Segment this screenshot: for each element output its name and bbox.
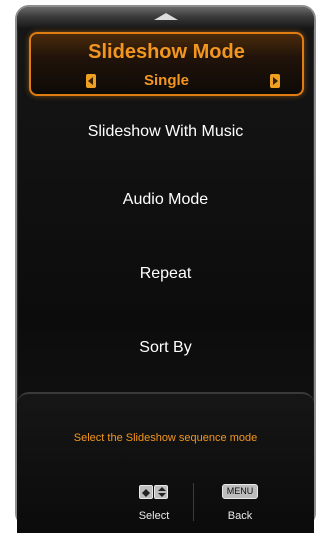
select-label: Select bbox=[138, 510, 170, 522]
menu-key-icon: MENU bbox=[222, 484, 258, 499]
menu-item-label: Slideshow Mode bbox=[88, 41, 245, 63]
menu-item-repeat[interactable]: Repeat bbox=[17, 265, 314, 283]
menu-item-slideshow-with-music[interactable]: Slideshow With Music bbox=[17, 123, 314, 141]
arrow-right-icon[interactable] bbox=[270, 74, 280, 88]
option-value: Single bbox=[143, 72, 189, 89]
back-label[interactable]: Back bbox=[220, 510, 260, 522]
up-down-key-icon bbox=[154, 485, 168, 499]
menu-item-audio-mode[interactable]: Audio Mode bbox=[17, 191, 314, 209]
menu-item-slideshow-mode[interactable]: Slideshow Mode Single bbox=[29, 32, 304, 96]
panel-top-rim bbox=[17, 7, 314, 29]
help-text: Select the Slideshow sequence mode bbox=[73, 432, 258, 444]
chevron-up-icon[interactable] bbox=[153, 13, 178, 20]
left-right-key-icon bbox=[139, 485, 153, 499]
control-divider bbox=[193, 483, 194, 521]
menu-item-sort-by[interactable]: Sort By bbox=[17, 339, 314, 357]
